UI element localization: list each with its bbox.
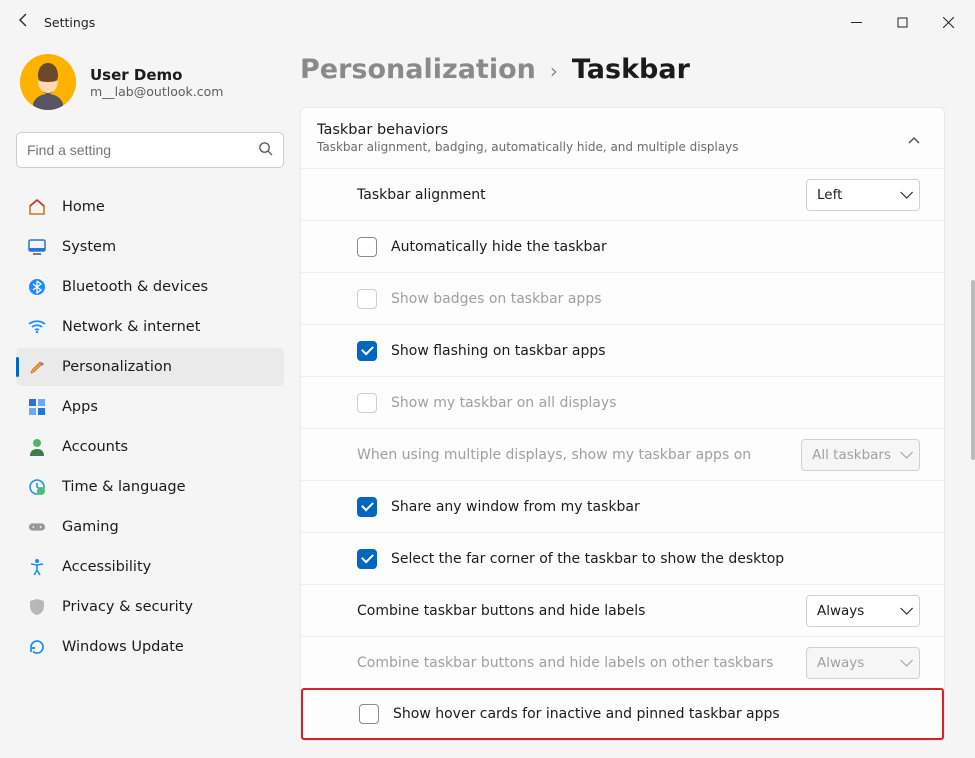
close-button[interactable] bbox=[925, 5, 971, 39]
row-share-window: Share any window from my taskbar bbox=[301, 480, 944, 532]
sidebar-item-privacy[interactable]: Privacy & security bbox=[16, 588, 284, 626]
combine-other-select: Always bbox=[806, 647, 920, 679]
row-label: Taskbar alignment bbox=[357, 187, 486, 203]
sidebar-item-label: Personalization bbox=[62, 359, 172, 375]
sidebar-item-label: Time & language bbox=[62, 479, 186, 495]
row-far-corner: Select the far corner of the taskbar to … bbox=[301, 532, 944, 584]
all-displays-checkbox bbox=[357, 393, 377, 413]
update-icon bbox=[28, 638, 46, 656]
search-icon bbox=[258, 141, 273, 160]
sidebar-item-network[interactable]: Network & internet bbox=[16, 308, 284, 346]
sidebar-item-bluetooth[interactable]: Bluetooth & devices bbox=[16, 268, 284, 306]
sidebar-item-label: Apps bbox=[62, 399, 98, 415]
row-combine: Combine taskbar buttons and hide labels … bbox=[301, 584, 944, 636]
row-alignment: Taskbar alignment Left bbox=[301, 168, 944, 220]
minimize-button[interactable] bbox=[833, 5, 879, 39]
row-label: Share any window from my taskbar bbox=[391, 499, 640, 515]
row-label: Show hover cards for inactive and pinned… bbox=[393, 706, 780, 722]
row-badges: Show badges on taskbar apps bbox=[301, 272, 944, 324]
multi-where-select: All taskbars bbox=[801, 439, 920, 471]
avatar bbox=[20, 54, 76, 110]
sidebar: User Demo m__lab@outlook.com Home System… bbox=[0, 44, 300, 758]
sidebar-item-windows-update[interactable]: Windows Update bbox=[16, 628, 284, 666]
row-flashing: Show flashing on taskbar apps bbox=[301, 324, 944, 376]
sidebar-item-label: Bluetooth & devices bbox=[62, 279, 208, 295]
row-all-displays: Show my taskbar on all displays bbox=[301, 376, 944, 428]
breadcrumb-parent[interactable]: Personalization bbox=[300, 54, 536, 85]
hover-cards-checkbox[interactable] bbox=[359, 704, 379, 724]
profile-email: m__lab@outlook.com bbox=[90, 84, 223, 99]
sidebar-item-label: System bbox=[62, 239, 116, 255]
scrollbar[interactable] bbox=[969, 0, 975, 758]
sidebar-item-accessibility[interactable]: Accessibility bbox=[16, 548, 284, 586]
chevron-right-icon: › bbox=[550, 59, 558, 83]
row-autohide: Automatically hide the taskbar bbox=[301, 220, 944, 272]
badges-checkbox bbox=[357, 289, 377, 309]
row-label: When using multiple displays, show my ta… bbox=[357, 447, 751, 463]
row-label: Show my taskbar on all displays bbox=[391, 395, 616, 411]
back-button[interactable] bbox=[4, 12, 44, 32]
scrollbar-thumb[interactable] bbox=[971, 280, 975, 460]
sidebar-item-label: Network & internet bbox=[62, 319, 200, 335]
clock-globe-icon bbox=[28, 478, 46, 496]
nav-list: Home System Bluetooth & devices Network … bbox=[16, 188, 284, 666]
row-hover-cards: Show hover cards for inactive and pinned… bbox=[301, 688, 944, 740]
sidebar-item-label: Accessibility bbox=[62, 559, 151, 575]
sidebar-item-gaming[interactable]: Gaming bbox=[16, 508, 284, 546]
sidebar-item-label: Accounts bbox=[62, 439, 128, 455]
maximize-button[interactable] bbox=[879, 5, 925, 39]
flashing-checkbox[interactable] bbox=[357, 341, 377, 361]
row-label: Select the far corner of the taskbar to … bbox=[391, 551, 784, 567]
profile-block[interactable]: User Demo m__lab@outlook.com bbox=[16, 44, 284, 132]
sidebar-item-label: Windows Update bbox=[62, 639, 184, 655]
sidebar-item-apps[interactable]: Apps bbox=[16, 388, 284, 426]
card-title: Taskbar behaviors bbox=[317, 122, 739, 138]
taskbar-behaviors-card: Taskbar behaviors Taskbar alignment, bad… bbox=[300, 107, 945, 741]
paintbrush-icon bbox=[28, 358, 46, 376]
row-label: Automatically hide the taskbar bbox=[391, 239, 607, 255]
row-label: Show flashing on taskbar apps bbox=[391, 343, 606, 359]
card-subtitle: Taskbar alignment, badging, automaticall… bbox=[317, 140, 739, 154]
wifi-icon bbox=[28, 318, 46, 336]
bluetooth-icon bbox=[28, 278, 46, 296]
person-icon bbox=[28, 438, 46, 456]
row-label: Combine taskbar buttons and hide labels … bbox=[357, 655, 773, 671]
main-content: Personalization › Taskbar Taskbar behavi… bbox=[300, 44, 975, 758]
home-icon bbox=[28, 198, 46, 216]
sidebar-item-home[interactable]: Home bbox=[16, 188, 284, 226]
search-box[interactable] bbox=[16, 132, 284, 168]
autohide-checkbox[interactable] bbox=[357, 237, 377, 257]
sidebar-item-label: Privacy & security bbox=[62, 599, 193, 615]
app-title: Settings bbox=[44, 15, 95, 30]
far-corner-checkbox[interactable] bbox=[357, 549, 377, 569]
breadcrumb-current: Taskbar bbox=[572, 54, 690, 85]
gamepad-icon bbox=[28, 518, 46, 536]
title-bar: Settings bbox=[0, 0, 975, 44]
sidebar-item-system[interactable]: System bbox=[16, 228, 284, 266]
row-label: Combine taskbar buttons and hide labels bbox=[357, 603, 645, 619]
row-combine-other: Combine taskbar buttons and hide labels … bbox=[301, 636, 944, 688]
row-label: Show badges on taskbar apps bbox=[391, 291, 602, 307]
shield-icon bbox=[28, 598, 46, 616]
breadcrumb: Personalization › Taskbar bbox=[300, 44, 945, 107]
sidebar-item-label: Gaming bbox=[62, 519, 119, 535]
row-multi-where: When using multiple displays, show my ta… bbox=[301, 428, 944, 480]
sidebar-item-label: Home bbox=[62, 199, 105, 215]
share-window-checkbox[interactable] bbox=[357, 497, 377, 517]
sidebar-item-accounts[interactable]: Accounts bbox=[16, 428, 284, 466]
search-input[interactable] bbox=[27, 142, 258, 158]
alignment-select[interactable]: Left bbox=[806, 179, 920, 211]
sidebar-item-time-language[interactable]: Time & language bbox=[16, 468, 284, 506]
system-icon bbox=[28, 238, 46, 256]
profile-name: User Demo bbox=[90, 66, 223, 84]
apps-icon bbox=[28, 398, 46, 416]
card-header[interactable]: Taskbar behaviors Taskbar alignment, bad… bbox=[301, 108, 944, 168]
sidebar-item-personalization[interactable]: Personalization bbox=[16, 348, 284, 386]
combine-select[interactable]: Always bbox=[806, 595, 920, 627]
chevron-up-icon bbox=[908, 129, 920, 148]
accessibility-icon bbox=[28, 558, 46, 576]
